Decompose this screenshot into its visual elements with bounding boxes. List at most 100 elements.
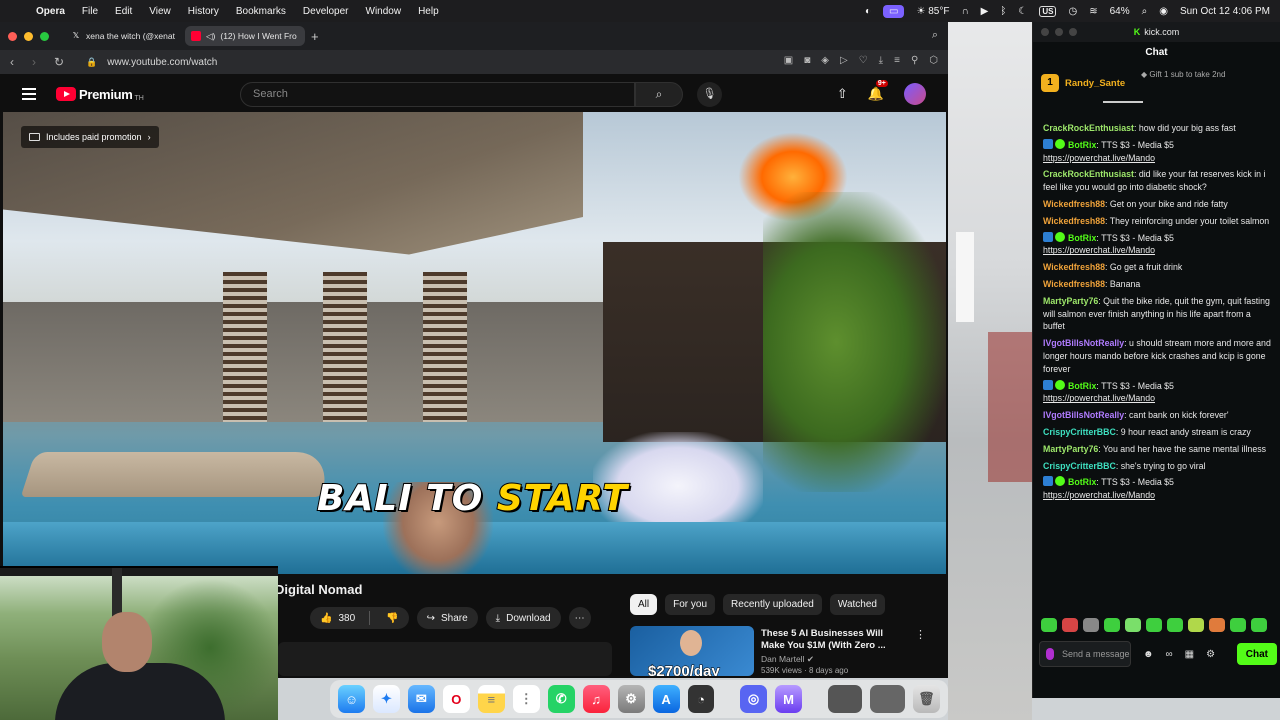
share-button[interactable]: ↪ Share [416, 607, 478, 629]
zoom-window-button[interactable] [40, 31, 49, 41]
emote-icon[interactable] [1167, 618, 1183, 632]
tracker-icon[interactable]: ▣ [784, 55, 793, 66]
camera-icon[interactable]: ◙ [804, 55, 810, 66]
chat-message-input[interactable]: Send a message [1039, 641, 1131, 667]
emote-icon[interactable] [1083, 618, 1099, 632]
headphones-icon[interactable]: ∩ [961, 6, 968, 17]
download-button[interactable]: ⤓ Download [485, 607, 561, 629]
minimized-window-icon[interactable] [870, 685, 905, 713]
description-box[interactable] [278, 642, 612, 676]
chat-username[interactable]: CrackRockEnthusiast [1043, 123, 1134, 133]
extension-icon[interactable]: ⬡ [929, 55, 938, 66]
chat-username[interactable]: CrackRockEnthusiast [1043, 169, 1134, 179]
emote-icon[interactable] [1062, 618, 1078, 632]
music-icon[interactable]: ♫ [582, 685, 610, 713]
chat-link[interactable]: https://powerchat.live/Mando [1043, 153, 1155, 163]
emote-icon[interactable] [1146, 618, 1162, 632]
chat-link[interactable]: https://powerchat.live/Mando [1043, 393, 1155, 403]
paid-promotion-badge[interactable]: Includes paid promotion › [21, 126, 159, 148]
emote-icon[interactable] [1209, 618, 1225, 632]
finder-icon[interactable]: ☺ [338, 685, 365, 713]
menu-help[interactable]: Help [418, 6, 439, 17]
search-tabs-icon[interactable]: ⌕ [932, 29, 938, 42]
chat-send-button[interactable]: Chat [1236, 643, 1277, 665]
menu-app-name[interactable]: Opera [36, 6, 65, 17]
wifi-icon[interactable]: ≋ [1089, 6, 1097, 17]
tab-youtube[interactable]: ◁) (12) How I Went Fro [185, 26, 305, 46]
input-source-badge[interactable]: US [1039, 5, 1057, 17]
battery-indicator[interactable]: 64% [1110, 6, 1130, 17]
weather-label[interactable]: ☀ 85°F [916, 6, 949, 17]
minimized-window-icon[interactable] [827, 685, 863, 713]
recommended-title[interactable]: These 5 AI Businesses Will Make You $1M … [761, 628, 901, 652]
chat-username[interactable]: IVgotBillsNotReally [1043, 410, 1124, 420]
minimize-window-button[interactable] [24, 31, 33, 41]
tab-x[interactable]: 𝕏 xena the witch (@xenat [65, 26, 185, 46]
safari-icon[interactable]: ✦ [372, 685, 400, 713]
emote-icon[interactable] [1230, 618, 1246, 632]
recommended-channel[interactable]: Dan Martell ✔ [761, 654, 814, 665]
settings-icon[interactable]: ⚙ [1206, 649, 1215, 660]
menu-history[interactable]: History [188, 6, 219, 17]
trash-icon[interactable]: 🗑 [912, 685, 940, 713]
menu-file[interactable]: File [82, 6, 98, 17]
profile-icon[interactable]: ⚲ [911, 55, 918, 66]
chat-link[interactable]: https://powerchat.live/Mando [1043, 245, 1155, 255]
play-icon[interactable]: ▶ [981, 6, 989, 17]
screen-record-icon[interactable]: ▭ [883, 4, 905, 18]
menu-developer[interactable]: Developer [303, 6, 349, 17]
notifications-button[interactable]: 🔔 9+ [868, 80, 888, 102]
chat-username[interactable]: Wickedfresh88 [1043, 279, 1105, 289]
spotlight-icon[interactable]: ⌕ [1142, 6, 1148, 17]
bluetooth-icon[interactable]: ᛒ [1000, 6, 1006, 17]
chip-watched[interactable]: Watched [829, 594, 885, 615]
recommended-video[interactable]: $2700/day These 5 AI Businesses Will Mak… [630, 626, 930, 676]
hamburger-icon[interactable] [22, 88, 36, 100]
voice-search-button[interactable]: 🎙 [697, 82, 722, 107]
time-machine-icon[interactable]: ◷ [1068, 6, 1077, 17]
gift-leaderboard[interactable]: 1 Randy_Sante ◆ Gift 1 sub to take 2nd [1041, 66, 1272, 103]
emote-icon[interactable] [1188, 618, 1204, 632]
menu-view[interactable]: View [149, 6, 171, 17]
avatar[interactable] [904, 83, 926, 105]
discord-icon[interactable]: ◎ [740, 685, 768, 713]
search-button[interactable]: ⌕ [635, 82, 683, 107]
chat-username[interactable]: BotRix [1068, 477, 1096, 487]
chat-username[interactable]: Wickedfresh88 [1043, 216, 1105, 226]
chat-username[interactable]: BotRix [1068, 233, 1096, 243]
recommended-thumbnail[interactable]: $2700/day [630, 626, 754, 676]
control-center-icon[interactable]: ◉ [1159, 6, 1168, 17]
emote-icon[interactable] [1251, 618, 1267, 632]
notes-icon[interactable]: ≡ [477, 685, 505, 713]
chat-username[interactable]: IVgotBillsNotReally [1043, 338, 1124, 348]
zoom-window-button[interactable] [1069, 28, 1077, 36]
menu-bookmarks[interactable]: Bookmarks [236, 6, 286, 17]
proton-mail-icon[interactable]: M [775, 685, 803, 713]
download-icon[interactable]: ⤓ [879, 55, 883, 66]
chat-message-list[interactable]: CrackRockEnthusiast: how did your big as… [1043, 122, 1275, 506]
chat-link[interactable]: https://powerchat.live/Mando [1043, 490, 1155, 500]
link-icon[interactable]: ∞ [1166, 649, 1173, 660]
search-input[interactable] [253, 88, 613, 100]
close-window-button[interactable] [8, 31, 17, 41]
url-field[interactable]: www.youtube.com/watch [107, 57, 217, 68]
heart-icon[interactable]: ♡ [859, 55, 868, 66]
more-actions-button[interactable]: ⋯ [568, 607, 591, 629]
reminders-icon[interactable]: ⋮ [512, 685, 540, 713]
video-player[interactable]: Includes paid promotion › BALI TO START [3, 112, 946, 574]
minimize-window-button[interactable] [1055, 28, 1063, 36]
menu-edit[interactable]: Edit [115, 6, 132, 17]
audio-icon[interactable]: ◁) [206, 31, 215, 42]
chat-username[interactable]: Wickedfresh88 [1043, 262, 1105, 272]
chip-recently-uploaded[interactable]: Recently uploaded [723, 594, 822, 615]
controls-icon[interactable]: ◐ [865, 6, 871, 17]
thumbs-down-icon[interactable]: 👎 [376, 613, 408, 624]
shield-icon[interactable]: ◈ [821, 55, 829, 66]
chat-username[interactable]: BotRix [1068, 140, 1096, 150]
chip-for-you[interactable]: For you [665, 594, 716, 615]
chat-username[interactable]: Wickedfresh88 [1043, 199, 1105, 209]
recommended-menu-icon[interactable]: ⋮ [915, 628, 926, 641]
chat-username[interactable]: BotRix [1068, 381, 1096, 391]
calendar-icon[interactable]: ▦ [1185, 649, 1194, 660]
back-icon[interactable]: ‹ [10, 55, 14, 69]
